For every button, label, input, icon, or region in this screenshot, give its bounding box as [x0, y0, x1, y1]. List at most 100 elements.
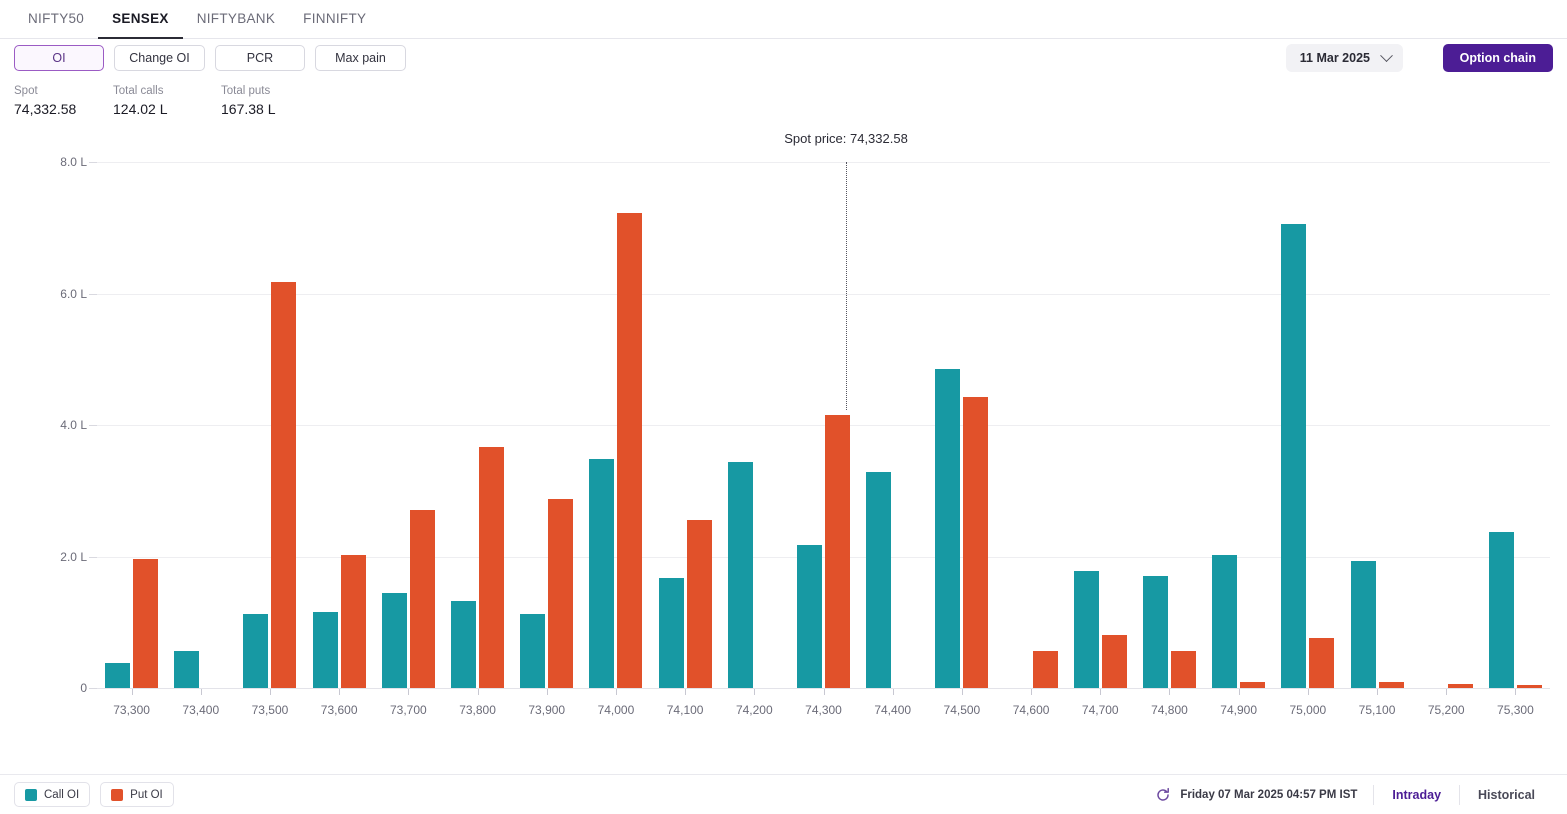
call-oi-bar[interactable]	[1350, 561, 1376, 688]
stat-label: Spot	[14, 85, 38, 97]
x-axis-label: 73,800	[459, 703, 496, 717]
call-oi-bar[interactable]	[589, 459, 615, 688]
x-axis-label: 75,300	[1497, 703, 1534, 717]
refresh-icon[interactable]	[1155, 787, 1171, 803]
put-oi-bar[interactable]	[824, 415, 850, 688]
call-oi-bar[interactable]	[796, 545, 822, 688]
x-axis-label: 74,300	[805, 703, 842, 717]
put-oi-bar[interactable]	[617, 213, 643, 688]
legend-swatch-icon	[111, 788, 124, 801]
put-oi-bar[interactable]	[271, 281, 297, 688]
call-oi-bar[interactable]	[105, 663, 131, 688]
x-axis-tick	[200, 689, 202, 695]
x-axis-tick	[961, 689, 963, 695]
put-oi-bar[interactable]	[1170, 650, 1196, 688]
x-axis-label: 74,100	[666, 703, 704, 717]
call-oi-bar[interactable]	[866, 471, 892, 688]
put-oi-bar[interactable]	[1378, 682, 1404, 688]
footer-link-intraday[interactable]: Intraday	[1374, 788, 1459, 802]
stat-label: Total puts	[221, 85, 271, 97]
y-axis-label: 0	[80, 681, 87, 695]
put-oi-bar[interactable]	[1240, 682, 1266, 688]
x-axis-label: 73,700	[389, 703, 427, 717]
x-axis-tick	[754, 689, 756, 695]
y-axis-tick	[89, 425, 97, 426]
x-axis-label: 74,400	[874, 703, 912, 717]
x-axis-tick	[892, 689, 894, 695]
legend-put-oi[interactable]: Put OI	[100, 782, 174, 807]
bar-group	[97, 162, 166, 688]
x-axis-tick	[408, 689, 410, 695]
put-oi-bar[interactable]	[1309, 638, 1335, 688]
call-oi-bar[interactable]	[935, 369, 961, 688]
y-axis-label: 2.0 L	[60, 549, 87, 564]
legend-swatch-icon	[25, 788, 37, 801]
call-oi-bar[interactable]	[520, 614, 546, 688]
bar-group	[581, 162, 650, 688]
x-axis-tick	[546, 689, 548, 695]
chart-footer: Call OI Put OI Friday 07 Mar 2025 04:57 P…	[0, 774, 1567, 814]
chevron-down-icon	[1380, 48, 1393, 62]
put-oi-bar[interactable]	[686, 520, 712, 688]
tab-pcr[interactable]: PCR	[215, 45, 305, 71]
bar-group	[443, 162, 512, 688]
bar-group	[374, 162, 443, 688]
put-oi-bar[interactable]	[963, 397, 989, 688]
call-oi-bar[interactable]	[243, 614, 269, 688]
call-oi-bar[interactable]	[1212, 554, 1238, 688]
call-oi-bar[interactable]	[658, 577, 684, 688]
chart-legend: Call OI Put OI	[14, 782, 174, 807]
call-oi-bar[interactable]	[381, 592, 407, 688]
stat-value: 74,332.58	[14, 101, 77, 117]
y-axis-tick	[89, 556, 97, 558]
call-oi-bar[interactable]	[1488, 531, 1514, 688]
put-oi-bar[interactable]	[1101, 635, 1127, 688]
put-oi-bar[interactable]	[548, 499, 574, 688]
x-axis-label: 74,700	[1081, 703, 1119, 717]
tab-finnifty[interactable]: FINNIFTY	[289, 11, 380, 39]
x-axis-tick	[1446, 689, 1448, 695]
y-axis-tick	[89, 293, 97, 295]
bar-group	[1204, 162, 1273, 688]
stat-value: 167.38 L	[221, 101, 276, 117]
call-oi-bar[interactable]	[174, 651, 200, 688]
bar-group	[1066, 162, 1135, 688]
put-oi-bar[interactable]	[409, 510, 435, 688]
tab-change-oi[interactable]: Change OI	[114, 45, 205, 71]
x-axis-tick	[131, 689, 133, 695]
tab-oi[interactable]: OI	[14, 45, 104, 71]
put-oi-bar[interactable]	[1516, 685, 1542, 688]
footer-link-historical[interactable]: Historical	[1460, 788, 1553, 802]
option-chain-button[interactable]: Option chain	[1442, 44, 1553, 72]
tab-max-pain[interactable]: Max pain	[315, 45, 406, 71]
y-axis-label: 4.0 L	[60, 418, 87, 432]
put-oi-bar[interactable]	[340, 554, 366, 688]
x-axis-tick	[1238, 689, 1240, 695]
put-oi-bar[interactable]	[1032, 650, 1058, 688]
call-oi-bar[interactable]	[1142, 576, 1168, 688]
expiry-date-value: 11 Mar 2025	[1299, 51, 1370, 65]
x-axis-label: 73,600	[320, 703, 358, 717]
bar-group	[1342, 162, 1411, 688]
put-oi-bar[interactable]	[133, 559, 159, 688]
x-axis-label: 74,600	[1012, 703, 1050, 717]
chart-plot-area: 0 2.0 L 4.0 L 6.0 L 8.0 L 73,300 73,400 73,500 7…	[60, 131, 1550, 717]
call-oi-bar[interactable]	[312, 612, 338, 688]
call-oi-bar[interactable]	[1281, 224, 1307, 688]
bar-group	[305, 162, 374, 688]
legend-call-oi[interactable]: Call OI	[14, 782, 91, 807]
expiry-date-select[interactable]: 11 Mar 2025	[1285, 44, 1403, 72]
tab-sensex[interactable]: SENSEX	[98, 11, 183, 39]
tab-niftybank[interactable]: NIFTYBANK	[183, 11, 289, 39]
x-axis-tick	[1515, 689, 1517, 695]
put-oi-bar[interactable]	[479, 447, 505, 688]
x-axis-label: 75,200	[1427, 703, 1465, 717]
put-oi-bar[interactable]	[1447, 684, 1473, 688]
tab-nifty50[interactable]: NIFTY50	[14, 11, 98, 39]
call-oi-bar[interactable]	[1073, 570, 1099, 688]
legend-label: Call OI	[44, 788, 80, 801]
call-oi-bar[interactable]	[727, 461, 753, 688]
call-oi-bar[interactable]	[451, 600, 477, 688]
x-axis-label: 75,100	[1358, 703, 1396, 717]
bar-group	[166, 162, 235, 688]
